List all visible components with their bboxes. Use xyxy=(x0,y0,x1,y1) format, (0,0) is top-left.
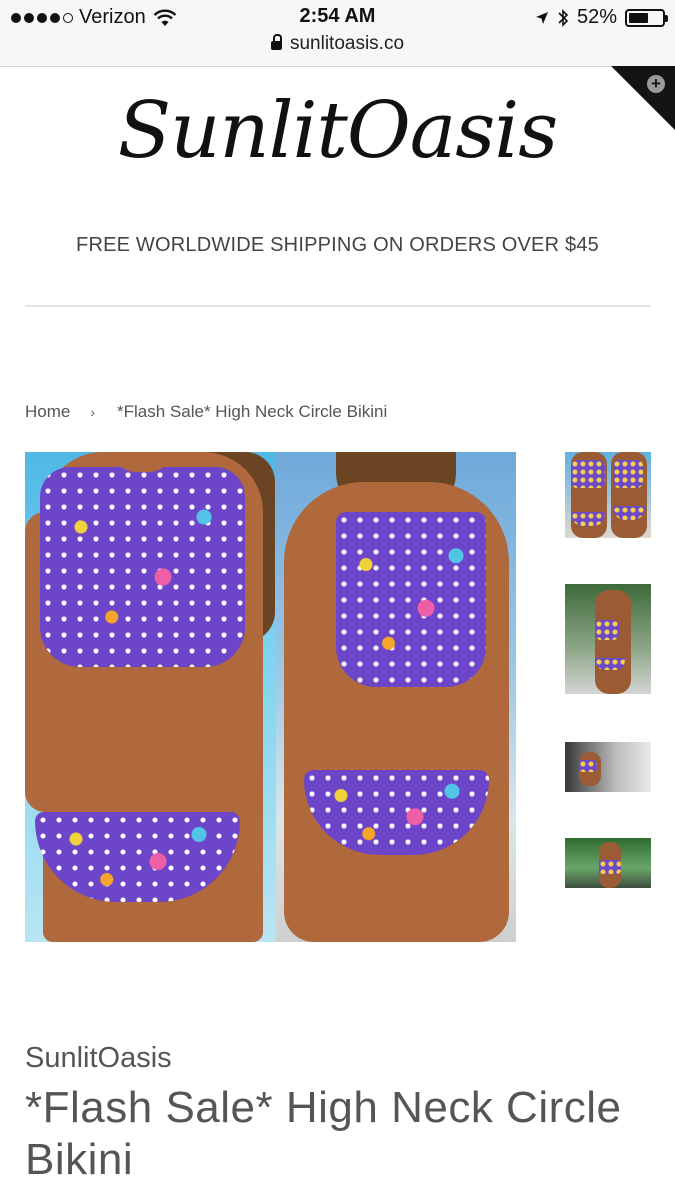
thumbnail-1[interactable] xyxy=(565,452,651,538)
status-right: 52% xyxy=(535,6,668,29)
product-photo-back xyxy=(276,452,516,942)
url-text: sunlitoasis.co xyxy=(289,33,405,54)
battery-level xyxy=(629,12,648,23)
thumbnail-4[interactable] xyxy=(565,838,651,888)
battery-percent: 52% xyxy=(576,6,617,28)
product-title: *Flash Sale* High Neck Circle Bikini xyxy=(25,1083,622,1184)
product-photo-front xyxy=(25,452,276,942)
product-main-image[interactable] xyxy=(25,452,516,942)
bluetooth-icon xyxy=(558,8,569,27)
breadcrumb-separator: › xyxy=(90,404,96,420)
breadcrumb: Home › *Flash Sale* High Neck Circle Bik… xyxy=(25,402,387,422)
breadcrumb-home-link[interactable]: Home xyxy=(25,402,70,422)
battery-icon xyxy=(625,8,668,27)
shipping-banner: FREE WORLDWIDE SHIPPING ON ORDERS OVER $… xyxy=(76,234,599,256)
thumbnail-2[interactable] xyxy=(565,584,651,694)
status-bar: Verizon 2:54 AM 52% sunlitoasis.co xyxy=(0,0,675,67)
bikini-top xyxy=(40,467,245,667)
lock-icon xyxy=(270,34,282,50)
address-bar[interactable]: sunlitoasis.co xyxy=(0,33,675,55)
thumbnail-3[interactable] xyxy=(565,742,651,792)
breadcrumb-current: *Flash Sale* High Neck Circle Bikini xyxy=(117,402,388,421)
site-logo[interactable]: SunlitOasis xyxy=(0,86,675,176)
product-vendor[interactable]: SunlitOasis xyxy=(25,1042,172,1075)
location-arrow-icon xyxy=(535,11,548,24)
bikini-top-back xyxy=(336,512,486,687)
header-divider xyxy=(25,305,651,307)
